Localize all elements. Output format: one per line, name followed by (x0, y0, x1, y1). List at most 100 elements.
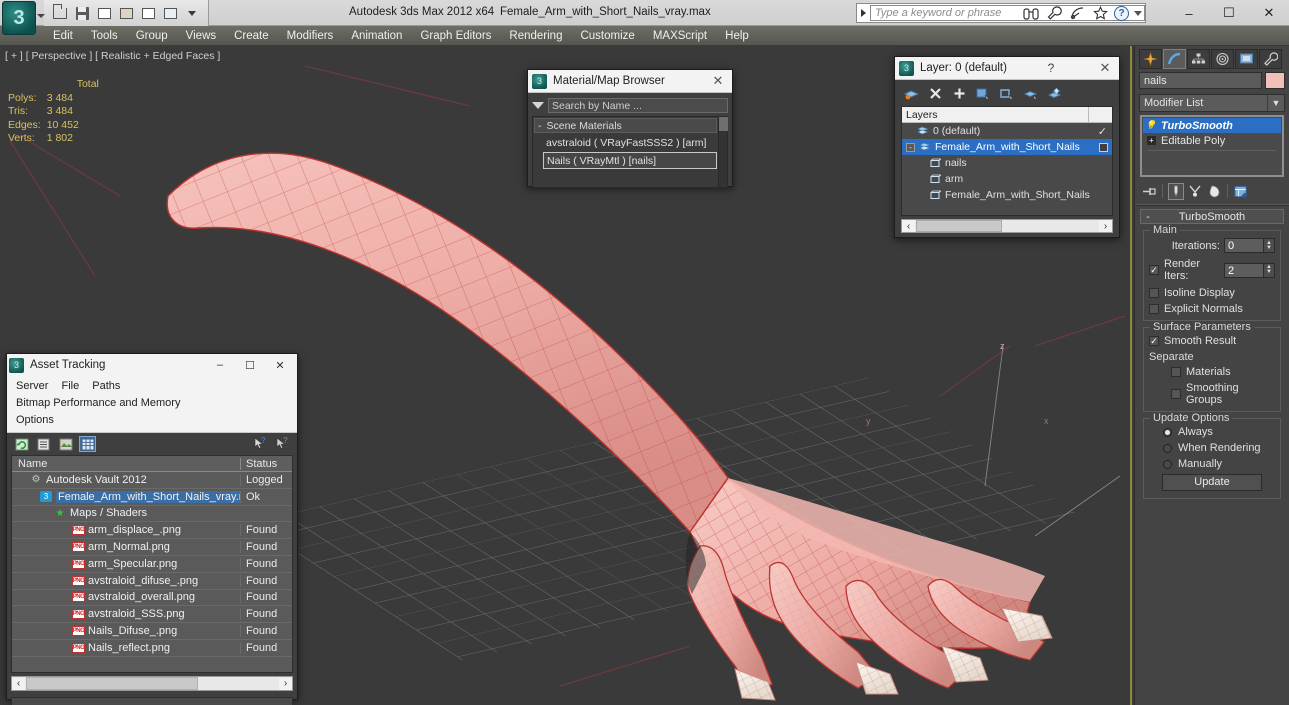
rollout-expander-icon[interactable]: - (1141, 211, 1155, 223)
iterations-spinner-arrows[interactable]: ▲ ▼ (1264, 238, 1275, 253)
close-button[interactable]: ✕ (265, 355, 295, 375)
asset-row-texture[interactable]: PNG arm_displace_.png Found (12, 522, 292, 540)
menu-item-options[interactable]: Options (11, 412, 59, 429)
favorites-star-icon[interactable] (1091, 4, 1109, 22)
command-panel[interactable]: nails Modifier List ▼ 💡 TurboSmooth + Ed… (1134, 46, 1289, 705)
layer-row-female-arm-object[interactable]: Female_Arm_with_Short_Nails (902, 187, 1112, 203)
scrollbar-thumb[interactable] (916, 220, 1002, 232)
rollout-header[interactable]: - TurboSmooth (1140, 209, 1284, 224)
maximize-button[interactable]: ☐ (1209, 0, 1249, 26)
scroll-left-icon[interactable]: ‹ (12, 677, 25, 690)
modifier-stack-item-editable-poly[interactable]: + Editable Poly (1143, 133, 1281, 148)
undo-button[interactable] (94, 3, 114, 23)
material-browser-scrollbar[interactable] (718, 117, 728, 187)
material-browser-list[interactable]: - Scene Materials avstraloid ( VRayFastS… (532, 116, 728, 188)
menu-item-tools[interactable]: Tools (82, 28, 127, 44)
menu-item-views[interactable]: Views (177, 28, 225, 44)
configure-modifier-sets-button[interactable] (1233, 183, 1249, 200)
select-objects-in-layer-button[interactable] (975, 85, 991, 101)
separate-smoothing-groups-row[interactable]: Smoothing Groups (1149, 382, 1275, 406)
save-file-button[interactable] (72, 3, 92, 23)
scene-materials-section-header[interactable]: - Scene Materials (534, 118, 717, 133)
redo-button[interactable] (138, 3, 158, 23)
menu-item-server[interactable]: Server (11, 378, 53, 395)
close-icon[interactable]: ✕ (708, 72, 728, 90)
object-color-swatch[interactable] (1265, 72, 1285, 89)
asset-row-texture[interactable]: PNG avstraloid_difuse_.png Found (12, 573, 292, 590)
render-iters-spinner-arrows[interactable]: ▲ ▼ (1264, 262, 1275, 278)
update-option-manually[interactable]: Manually (1149, 458, 1275, 470)
help-pointer-icon[interactable]: ? (252, 436, 269, 452)
help-menu-caret-icon[interactable] (1134, 10, 1142, 16)
close-button[interactable]: ✕ (1249, 0, 1289, 26)
help-button[interactable]: ? (1114, 5, 1129, 21)
update-option-always[interactable]: Always (1149, 426, 1275, 438)
material-item-nails[interactable]: Nails ( VRayMtl ) [nails] (543, 152, 717, 169)
highlight-selected-objects-layers-button[interactable] (1023, 85, 1039, 101)
when-rendering-radio[interactable] (1163, 443, 1172, 453)
menu-item-maxscript[interactable]: MAXScript (644, 28, 716, 44)
layer-active-toggle[interactable] (1099, 142, 1108, 152)
layer-row-default[interactable]: 0 (default) ✓ (902, 123, 1112, 139)
scrollbar-thumb[interactable] (26, 677, 198, 690)
update-option-when-rendering[interactable]: When Rendering (1149, 442, 1275, 454)
menu-item-rendering[interactable]: Rendering (500, 28, 571, 44)
viewport-label[interactable]: [ + ] [ Perspective ] [ Realistic + Edge… (5, 50, 220, 62)
minimize-button[interactable]: – (1169, 0, 1209, 26)
utilities-tab[interactable] (1259, 48, 1282, 69)
asset-row-maps-shaders[interactable]: ★ Maps / Shaders (12, 506, 292, 523)
modifier-stack[interactable]: 💡 TurboSmooth + Editable Poly (1140, 115, 1284, 177)
explicit-normals-checkbox[interactable] (1149, 304, 1159, 314)
layer-row-nails[interactable]: nails (902, 155, 1112, 171)
object-name-input[interactable]: nails (1139, 72, 1262, 89)
asset-row-texture[interactable]: PNG Nails_reflect.png Found (12, 640, 292, 657)
menu-item-paths[interactable]: Paths (87, 378, 125, 395)
context-help-icon[interactable]: ? (274, 436, 291, 452)
menu-item-modifiers[interactable]: Modifiers (278, 28, 343, 44)
set-project-folder-button[interactable] (116, 3, 136, 23)
iterations-input[interactable]: 0 (1224, 238, 1264, 253)
layer-row-arm[interactable]: arm (902, 171, 1112, 187)
asset-row-texture[interactable]: PNG avstraloid_SSS.png Found (12, 606, 292, 624)
new-scene-button[interactable] (50, 3, 70, 23)
render-setup-button[interactable] (160, 3, 180, 23)
layer-list[interactable]: Layers 0 (default) ✓ - Female_Arm_with_S… (901, 106, 1113, 216)
update-button[interactable]: Update (1162, 474, 1262, 491)
search-input[interactable]: Search by Name ... (548, 98, 728, 113)
menu-item-file[interactable]: File (56, 378, 84, 395)
create-tab[interactable] (1139, 48, 1162, 69)
add-selection-to-layer-button[interactable] (951, 85, 967, 101)
asset-row-texture[interactable]: PNG avstraloid_overall.png Found (12, 590, 292, 607)
thumbnail-view-button[interactable] (57, 436, 74, 452)
create-new-layer-button[interactable] (903, 85, 919, 101)
hide-unhide-layer-button[interactable] (1047, 85, 1063, 101)
menu-item-customize[interactable]: Customize (571, 28, 643, 44)
refresh-button[interactable] (13, 436, 30, 452)
light-bulb-icon[interactable]: 💡 (1145, 120, 1157, 132)
isoline-display-row[interactable]: Isoline Display (1149, 287, 1275, 299)
chevron-right-icon[interactable] (861, 9, 866, 17)
scrollbar-thumb[interactable] (719, 117, 728, 131)
chevron-down-icon[interactable] (532, 102, 544, 109)
quick-access-overflow-button[interactable] (182, 3, 202, 23)
show-end-result-button[interactable] (1168, 182, 1184, 200)
chevron-down-icon[interactable]: ▼ (1267, 95, 1284, 111)
render-iters-input[interactable]: 2 (1224, 262, 1264, 278)
select-highlighted-objects-button[interactable] (999, 85, 1015, 101)
table-view-button[interactable] (79, 436, 96, 452)
minimize-button[interactable]: – (205, 355, 235, 375)
motion-tab[interactable] (1211, 48, 1234, 69)
asset-row-texture[interactable]: PNG Nails_Difuse_.png Found (12, 623, 292, 640)
asset-list[interactable]: Name Status ⚙ Autodesk Vault 2012 Logged… (11, 455, 293, 673)
render-iters-checkbox[interactable]: ✓ (1149, 265, 1159, 275)
pin-stack-button[interactable] (1141, 183, 1157, 200)
smoothing-groups-checkbox[interactable] (1171, 389, 1181, 399)
scroll-left-icon[interactable]: ‹ (902, 220, 915, 232)
layer-dialog[interactable]: 3 Layer: 0 (default) ? ✕ Layers 0 (defau… (894, 56, 1120, 238)
isoline-display-checkbox[interactable] (1149, 288, 1159, 298)
collapse-expander-icon[interactable]: - (906, 142, 915, 152)
asset-tracking-dialog[interactable]: 3 Asset Tracking – ☐ ✕ Server File Paths… (6, 353, 298, 705)
layer-row-female-arm[interactable]: - Female_Arm_with_Short_Nails (902, 139, 1112, 155)
smooth-result-checkbox[interactable]: ✓ (1149, 336, 1159, 346)
expand-plus-icon[interactable]: + (1147, 136, 1156, 145)
